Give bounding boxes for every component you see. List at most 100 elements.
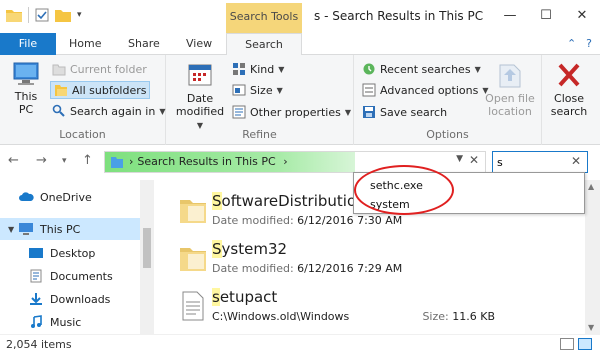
this-pc-button[interactable]: This PC	[6, 61, 46, 116]
customize-qat-icon[interactable]: ▾	[77, 10, 82, 20]
sidebar-item-documents[interactable]: Documents	[0, 265, 150, 287]
scroll-down-icon[interactable]: ▼	[588, 323, 594, 332]
tab-search[interactable]: Search	[226, 33, 302, 56]
chevron-down-icon: ▼	[344, 107, 352, 117]
title-bar: ▾ Search Tools s - Search Results in Thi…	[0, 0, 600, 33]
cloud-icon	[19, 192, 34, 201]
advanced-options-button[interactable]: Advanced options ▼	[362, 83, 489, 97]
scrollbar-thumb[interactable]	[143, 228, 151, 268]
advanced-options-label: Advanced options	[380, 83, 479, 97]
search-tools-context-label: Search Tools	[226, 3, 302, 33]
list-item[interactable]: setupact C:\Windows.old\Windows Size: 11…	[160, 280, 585, 335]
documents-folder-icon	[30, 269, 42, 283]
sidebar-item-onedrive[interactable]: OneDrive	[0, 186, 150, 208]
chevron-down-icon: ▼	[474, 64, 481, 74]
calendar-icon	[188, 64, 212, 86]
file-list-scrollbar[interactable]: ▲ ▼	[585, 180, 600, 334]
save-icon	[363, 106, 375, 118]
size-button[interactable]: Size ▼	[232, 83, 283, 97]
sidebar-item-this-pc[interactable]: ▼ This PC	[0, 218, 150, 240]
sidebar-item-music[interactable]: Music	[0, 311, 150, 333]
date-modified-button[interactable]: Date modified ▼	[172, 61, 228, 132]
current-folder-label: Current folder	[70, 62, 147, 76]
file-name: SoftwareDistribution	[212, 192, 366, 210]
date-modified-label-1: Date	[186, 92, 214, 105]
stop-search-icon[interactable]: ✕	[465, 153, 483, 171]
group-location: This PC Current folder All subfolders Se…	[0, 55, 166, 145]
search-box[interactable]: ✕	[492, 151, 588, 173]
new-folder-icon[interactable]	[55, 8, 71, 22]
details-view-icon[interactable]	[560, 338, 574, 350]
sidebar-item-desktop[interactable]: Desktop	[0, 242, 150, 264]
nav-pane-scrollbar[interactable]	[140, 180, 154, 334]
subfolders-icon	[55, 85, 67, 96]
this-pc-label-2: PC	[18, 103, 34, 116]
group-options: Recent searches ▼ Advanced options ▼ Sav…	[354, 55, 542, 145]
collapse-ribbon-icon[interactable]: ⌃	[567, 37, 576, 50]
window-title: s - Search Results in This PC	[314, 9, 484, 23]
properties-icon	[232, 105, 246, 119]
save-search-button[interactable]: Save search	[362, 105, 447, 119]
back-arrow-icon[interactable]: ←	[8, 153, 19, 168]
close-search-label-2: search	[550, 105, 588, 118]
open-file-location-button[interactable]: Open file location	[482, 61, 538, 118]
recent-searches-button[interactable]: Recent searches ▼	[362, 62, 481, 76]
search-input[interactable]	[497, 153, 567, 171]
file-size: Size: 11.6 KB	[422, 310, 495, 323]
address-dropdown-icon[interactable]: ▼	[456, 154, 463, 164]
minimize-button[interactable]: —	[492, 0, 528, 30]
close-search-label-1: Close	[554, 92, 584, 105]
scroll-up-icon[interactable]: ▲	[588, 182, 594, 191]
desktop-folder-icon	[29, 248, 43, 258]
help-icon[interactable]: ?	[586, 37, 592, 50]
group-label-refine: Refine	[242, 128, 277, 141]
close-window-button[interactable]: ✕	[564, 0, 600, 30]
group-label-location: Location	[59, 128, 106, 141]
folder-icon	[180, 200, 206, 223]
open-file-location-label-2: location	[488, 105, 532, 118]
up-arrow-icon[interactable]: ↑	[82, 153, 93, 168]
file-name: System32	[212, 240, 288, 258]
other-properties-button[interactable]: Other properties ▼	[232, 105, 351, 119]
item-count: 2,054 items	[6, 338, 72, 351]
sidebar-item-label: OneDrive	[40, 190, 92, 204]
forward-arrow-icon[interactable]: →	[36, 153, 47, 168]
close-search-button[interactable]: Close search	[546, 61, 592, 118]
search-again-icon	[52, 104, 65, 117]
ribbon-right-controls: ⌃ ?	[567, 37, 592, 50]
status-bar: 2,054 items	[0, 334, 600, 354]
address-path: › Search Results in This PC ›	[129, 155, 288, 168]
sidebar-item-downloads[interactable]: Downloads	[0, 288, 150, 310]
sidebar-item-label: Downloads	[50, 292, 111, 306]
current-folder-button[interactable]: Current folder	[52, 62, 147, 76]
kind-icon	[233, 63, 245, 75]
ribbon: This PC Current folder All subfolders Se…	[0, 55, 600, 145]
sidebar-item-label: Music	[50, 315, 82, 329]
downloads-folder-icon	[30, 293, 42, 305]
chevron-down-icon: ▼	[276, 85, 283, 95]
chevron-down-icon[interactable]: ▼	[8, 225, 18, 234]
clear-search-icon[interactable]: ✕	[571, 154, 581, 168]
tab-file[interactable]: File	[0, 33, 56, 55]
tab-view[interactable]: View	[186, 33, 212, 55]
search-results-folder-icon	[111, 157, 123, 168]
properties-icon[interactable]	[35, 8, 49, 22]
all-subfolders-button[interactable]: All subfolders	[50, 81, 151, 99]
chevron-down-icon: ▼	[159, 106, 166, 116]
content-view-icon[interactable]	[578, 338, 592, 350]
recent-locations-icon[interactable]: ▾	[62, 156, 67, 166]
quick-access-toolbar: ▾	[6, 7, 82, 23]
group-label-options: Options	[426, 128, 469, 141]
maximize-button[interactable]: ☐	[528, 0, 564, 30]
tab-share[interactable]: Share	[128, 33, 160, 55]
save-search-label: Save search	[380, 105, 448, 119]
other-properties-label: Other properties	[250, 105, 341, 119]
open-location-icon	[499, 64, 521, 88]
ribbon-tabs: File Home Share View Search	[0, 33, 600, 56]
group-refine: Date modified ▼ Kind ▼ Size ▼ Other prop…	[166, 55, 354, 145]
list-item[interactable]: System32 Date modified: 6/12/2016 7:29 A…	[160, 232, 585, 287]
search-again-in-button[interactable]: Search again in ▼	[52, 104, 165, 118]
computer-icon	[13, 62, 39, 85]
tab-home[interactable]: Home	[69, 33, 101, 55]
kind-button[interactable]: Kind ▼	[232, 62, 284, 76]
